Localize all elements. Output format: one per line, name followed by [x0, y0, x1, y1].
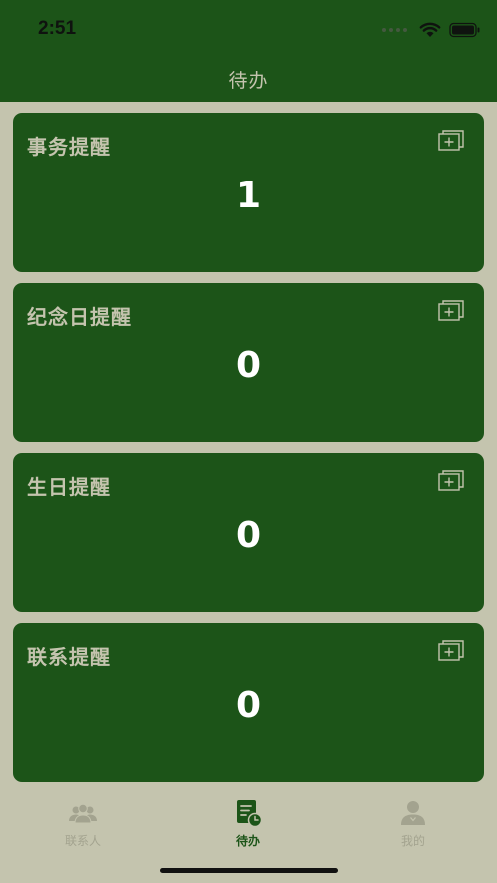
- profile-icon: [401, 801, 425, 825]
- card-count: 0: [235, 345, 262, 386]
- card-title: 事务提醒: [27, 135, 111, 159]
- battery-icon: [449, 22, 480, 38]
- tab-profile[interactable]: 我的: [353, 798, 473, 849]
- add-icon[interactable]: [438, 470, 464, 492]
- top-bar: 2:51 待办: [0, 0, 497, 102]
- card-task-reminder[interactable]: 事务提醒 1: [13, 113, 484, 272]
- todo-icon: [237, 800, 263, 828]
- tab-label: 我的: [400, 834, 425, 848]
- card-title: 纪念日提醒: [27, 305, 132, 329]
- card-title: 生日提醒: [27, 475, 111, 499]
- card-anniversary-reminder[interactable]: 纪念日提醒 0: [13, 283, 484, 442]
- status-time: 2:51: [38, 18, 77, 39]
- add-icon[interactable]: [438, 300, 464, 322]
- home-indicator[interactable]: [160, 868, 338, 873]
- tab-label: 联系人: [64, 834, 101, 848]
- card-count: 0: [235, 685, 262, 726]
- status-indicators: [382, 20, 481, 40]
- todo-screen: 2:51 待办 事务提醒 1 纪念日提醒 0 生日提醒 0 联系提醒 0 联系人…: [0, 0, 497, 883]
- card-count: 0: [235, 515, 262, 556]
- add-icon[interactable]: [438, 640, 464, 662]
- add-icon[interactable]: [438, 130, 464, 152]
- wifi-icon: [419, 22, 441, 37]
- card-count: 1: [235, 175, 262, 216]
- cellular-signal-icon: [382, 28, 407, 32]
- card-title: 联系提醒: [27, 645, 111, 669]
- tab-bar: 联系人 待办 我的: [0, 790, 497, 860]
- contacts-icon: [69, 803, 97, 824]
- card-birthday-reminder[interactable]: 生日提醒 0: [13, 453, 484, 612]
- tab-label: 待办: [235, 834, 260, 848]
- card-contact-reminder[interactable]: 联系提醒 0: [13, 623, 484, 782]
- page-title: 待办: [228, 70, 269, 92]
- tab-contacts[interactable]: 联系人: [23, 798, 143, 849]
- tab-todo[interactable]: 待办: [188, 798, 308, 849]
